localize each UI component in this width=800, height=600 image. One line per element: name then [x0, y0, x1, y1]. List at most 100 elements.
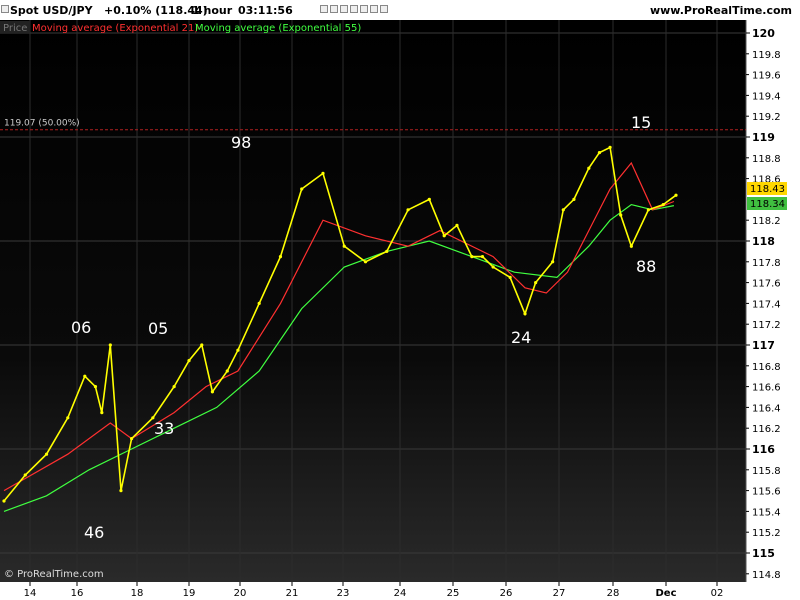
- copyright-text: © ProRealTime.com: [4, 569, 104, 580]
- price-point: [93, 385, 98, 389]
- legend-ema55: Moving average (Exponential 55): [195, 23, 361, 34]
- toolbar-icon-4[interactable]: [350, 5, 358, 13]
- y-tick-label-minor: 119.4: [752, 91, 781, 102]
- price-point: [236, 348, 240, 352]
- price-point: [674, 193, 678, 197]
- y-tick-label-minor: 117.4: [752, 299, 781, 310]
- price-point: [342, 244, 346, 248]
- y-tick-label-minor: 119.6: [752, 71, 781, 82]
- period-label[interactable]: 1 hour: [192, 4, 232, 17]
- price-point: [23, 473, 27, 477]
- price-point: [406, 208, 410, 212]
- price-point: [100, 411, 104, 415]
- y-tick-label-minor: 117.2: [752, 320, 781, 331]
- x-tick-label: 19: [183, 588, 196, 599]
- y-tick-label-minor: 116.2: [752, 424, 781, 435]
- site-url[interactable]: www.ProRealTime.com: [650, 4, 792, 17]
- annotation-33: 33: [154, 419, 174, 438]
- price-point: [108, 343, 112, 347]
- y-tick-label-minor: 119.8: [752, 50, 781, 61]
- chart-header: Spot USD/JPY +0.10% (118.44) 1 hour 03:1…: [0, 0, 800, 20]
- y-tick-label-minor: 118.2: [752, 216, 781, 227]
- annotation-05: 05: [148, 319, 168, 338]
- y-tick-label-minor: 114.8: [752, 570, 781, 581]
- y-tick-label-major: 115: [752, 547, 775, 560]
- x-tick-label: 24: [394, 588, 407, 599]
- price-point: [300, 187, 304, 191]
- x-tick-label: Dec: [655, 588, 676, 599]
- x-tick-label: 26: [500, 588, 513, 599]
- price-point: [2, 499, 6, 503]
- price-point: [480, 255, 485, 259]
- price-point: [200, 343, 204, 347]
- y-tick-label-minor: 118.8: [752, 154, 781, 165]
- last-ema-tag: 118.34: [747, 197, 787, 210]
- price-point: [172, 385, 176, 389]
- price-point: [187, 359, 191, 363]
- price-point: [629, 244, 633, 248]
- time-label: 03:11:56: [238, 4, 293, 17]
- toolbar-icon-3[interactable]: [340, 5, 348, 13]
- price-chart: 120 119 118 117 116 115 119.8 119.6 119.4 119.2 11…: [0, 20, 800, 600]
- price-point: [119, 489, 123, 493]
- toolbar-icon-5[interactable]: [360, 5, 368, 13]
- annotation-15: 15: [631, 113, 651, 132]
- y-tick-label-minor: 116.8: [752, 362, 781, 373]
- price-point: [523, 312, 527, 316]
- price-point: [597, 151, 602, 155]
- y-tick-label-minor: 116.4: [752, 403, 781, 414]
- menu-icon[interactable]: [1, 5, 9, 13]
- x-tick-label: 02: [711, 588, 724, 599]
- price-point: [442, 234, 446, 238]
- y-tick-label-minor: 115.2: [752, 528, 781, 539]
- toolbar-icon-2[interactable]: [330, 5, 338, 13]
- price-point: [661, 203, 665, 207]
- price-point: [491, 265, 495, 269]
- plot-background: [0, 20, 746, 582]
- annotation-24: 24: [511, 328, 531, 347]
- price-point: [66, 416, 70, 420]
- y-tick-label-major: 116: [752, 443, 775, 456]
- toolbar-icon-7[interactable]: [380, 5, 388, 13]
- retracement-level-label: 119.07 (50.00%): [4, 119, 80, 129]
- legend-ema21: Moving average (Exponential 21): [32, 23, 198, 34]
- y-tick-label-minor: 115.4: [752, 507, 781, 518]
- y-tick-label-major: 119: [752, 131, 775, 144]
- price-point: [385, 249, 389, 253]
- price-point: [455, 223, 459, 227]
- x-tick-label: 20: [234, 588, 247, 599]
- legend-price: Price: [3, 23, 27, 34]
- price-point: [646, 208, 650, 212]
- x-tick-label: 25: [447, 588, 460, 599]
- y-tick-label-minor: 119.2: [752, 112, 781, 123]
- y-tick-label-minor: 116.6: [752, 383, 781, 394]
- price-point: [619, 213, 623, 217]
- price-point: [587, 166, 591, 170]
- price-point: [608, 145, 612, 149]
- price-point: [427, 197, 431, 201]
- annotation-46: 46: [84, 523, 104, 542]
- price-point: [225, 369, 229, 373]
- x-tick-label: 21: [286, 588, 299, 599]
- price-point: [561, 208, 565, 212]
- x-tick-label: 28: [607, 588, 620, 599]
- toolbar-icon-1[interactable]: [320, 5, 328, 13]
- x-tick-label: 14: [24, 588, 37, 599]
- y-tick-label-minor: 115.8: [752, 466, 781, 477]
- last-price-tag: 118.43: [747, 182, 787, 195]
- last-price-text: 118.43: [750, 184, 785, 195]
- price-point: [257, 301, 261, 305]
- annotation-88: 88: [636, 257, 656, 276]
- x-tick-label: 27: [553, 588, 566, 599]
- annotation-06: 06: [71, 318, 91, 337]
- x-tick-label: 23: [337, 588, 350, 599]
- toolbar-icon-6[interactable]: [370, 5, 378, 13]
- price-point: [551, 260, 555, 264]
- y-tick-label-minor: 117.6: [752, 279, 781, 290]
- y-tick-label-major: 120: [752, 27, 775, 40]
- price-point: [470, 255, 474, 259]
- annotation-98: 98: [231, 133, 251, 152]
- price-point: [210, 390, 215, 394]
- price-point: [508, 275, 512, 279]
- y-tick-label-major: 118: [752, 235, 775, 248]
